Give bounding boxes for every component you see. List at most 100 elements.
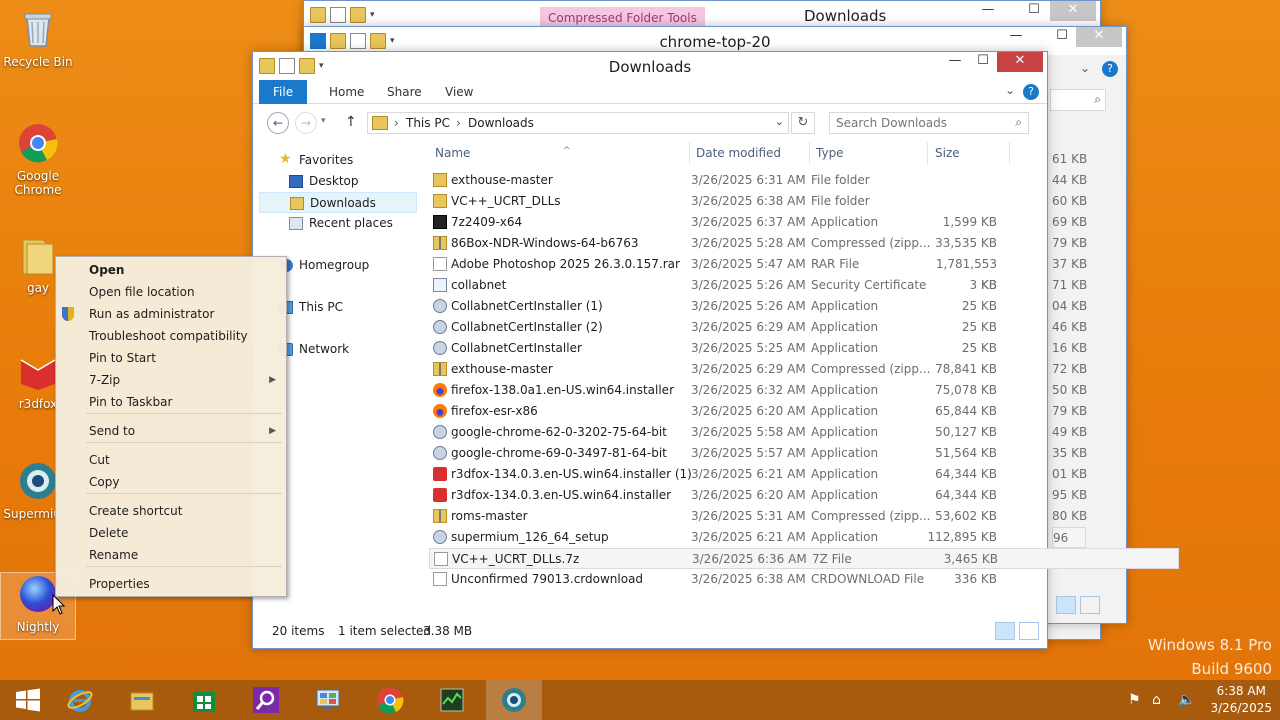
nav-item-desktop[interactable]: Desktop (259, 171, 417, 192)
file-row[interactable]: VC++_UCRT_DLLs 3/26/2025 6:38 AM File fold… (429, 191, 1179, 212)
breadcrumb-separator[interactable]: › (456, 116, 461, 130)
up-arrow-icon[interactable]: ↑ (345, 114, 357, 130)
file-row[interactable]: Adobe Photoshop 2025 26.3.0.157.rar 3/26/… (429, 254, 1179, 292)
menu-item-cut[interactable]: Cut (56, 449, 286, 471)
details-view-button[interactable] (1056, 596, 1077, 614)
search-box[interactable]: ⌕ (829, 112, 1029, 134)
menu-item-create-shortcut[interactable]: Create shortcut (56, 500, 286, 522)
file-row[interactable]: google-chrome-62-0-3202-75-64-bit 3/26/20… (429, 422, 1179, 443)
desktop-icon-recycle-bin[interactable]: Recycle Bin (0, 8, 76, 69)
tab-file[interactable]: File (259, 80, 308, 104)
column-divider[interactable] (1009, 142, 1010, 164)
menu-item-rename[interactable]: Rename (56, 544, 286, 566)
title-bar[interactable]: ▾ Downloads — ☐ ✕ (253, 52, 1047, 80)
file-row[interactable]: exthouse-master 3/26/2025 6:29 AM Compress… (429, 359, 1179, 380)
file-row[interactable]: CollabnetCertInstaller (2) 3/26/2025 6:29… (429, 317, 1179, 338)
column-header-type[interactable]: Type (816, 140, 916, 166)
network-status-icon[interactable]: ⌂ (1152, 680, 1161, 720)
back-button[interactable]: ← (267, 112, 289, 134)
maximize-button[interactable]: ☐ (1048, 27, 1076, 47)
menu-item-open-file-location[interactable]: Open file location (56, 281, 286, 303)
file-row[interactable]: firefox-esr-x86 3/26/2025 6:20 AM Applicat… (429, 401, 1179, 422)
expand-ribbon-chevron-icon[interactable]: ⌄ (1005, 83, 1015, 97)
file-row[interactable]: 86Box-NDR-Windows-64-b6763 3/26/2025 5:28… (429, 233, 1179, 254)
column-divider[interactable] (809, 142, 810, 164)
title-bar[interactable]: ▾ Compressed Folder Tools Downloads — ☐ … (304, 1, 1100, 29)
taskbar-file-explorer[interactable] (114, 680, 170, 720)
minimize-button[interactable]: — (1002, 27, 1030, 47)
nav-item-downloads[interactable]: Downloads (259, 192, 417, 213)
large-icons-view-button[interactable] (1080, 596, 1100, 614)
forward-button[interactable]: → (295, 112, 317, 134)
large-icons-view-button[interactable] (1019, 622, 1039, 640)
file-row[interactable]: exthouse-master 3/26/2025 6:31 AM File fol… (429, 170, 1179, 191)
minimize-button[interactable]: — (941, 52, 969, 72)
file-row[interactable]: r3dfox-134.0.3.en-US.win64.installer (1)… (429, 464, 1179, 485)
desktop-icon-google-chrome[interactable]: Google Chrome (0, 122, 76, 197)
menu-item-pin-to-taskbar[interactable]: Pin to Taskbar (56, 391, 286, 413)
minimize-button[interactable]: — (974, 1, 1002, 21)
column-header-name[interactable]: Name ^ (435, 140, 685, 166)
new-folder-icon[interactable] (350, 7, 366, 23)
explorer-window-downloads[interactable]: ▾ Downloads — ☐ ✕ File Home Share View ⌄… (252, 51, 1179, 649)
file-row[interactable]: CollabnetCertInstaller 3/26/2025 5:25 AM A… (429, 338, 1179, 359)
column-header-size[interactable]: Size (935, 140, 1005, 166)
close-button[interactable]: ✕ (1076, 27, 1122, 47)
taskbar-search-app[interactable] (238, 680, 294, 720)
menu-item-troubleshoot-compatibility[interactable]: Troubleshoot compatibility (56, 325, 286, 347)
column-divider[interactable] (927, 142, 928, 164)
help-icon[interactable]: ? (1023, 84, 1039, 100)
search-input[interactable] (830, 113, 1000, 133)
flag-notification-icon[interactable]: ⚑ (1128, 680, 1141, 720)
chevron-down-icon[interactable]: ⌄ (1080, 61, 1090, 75)
breadcrumb-downloads[interactable]: Downloads (468, 116, 534, 130)
file-row[interactable]: 7z2409-x64 3/26/2025 6:37 AM Application 1,… (429, 212, 1179, 233)
menu-item-delete[interactable]: Delete (56, 522, 286, 544)
file-row[interactable]: supermium_126_64_setup 3/26/2025 6:21 AM A… (429, 527, 1179, 548)
file-row[interactable]: roms-master 3/26/2025 5:31 AM Compressed (… (429, 506, 1179, 527)
menu-item-send-to[interactable]: Send to ▶ (56, 420, 286, 442)
taskbar-chrome[interactable] (362, 680, 418, 720)
menu-item-7-zip[interactable]: 7-Zip ▶ (56, 369, 286, 391)
chevron-down-icon[interactable]: ▾ (370, 7, 380, 23)
tab-share[interactable]: Share (373, 80, 436, 104)
nav-item-favorites[interactable]: ★ Favorites (259, 150, 417, 171)
details-view-button[interactable] (995, 622, 1015, 640)
file-row[interactable]: collabnet 3/26/2025 5:26 AM Security Certi… (429, 275, 1179, 296)
file-row[interactable]: VC++_UCRT_DLLs.7z 3/26/2025 6:36 AM 7Z Fil… (429, 548, 1179, 569)
file-row[interactable]: Unconfirmed 79013.crdownload 3/26/2025 6:… (429, 569, 1179, 590)
breadcrumb-separator[interactable]: › (394, 116, 399, 130)
file-row[interactable]: firefox-138.0a1.en-US.win64.installer 3/2… (429, 380, 1179, 401)
properties-icon[interactable] (330, 7, 346, 23)
refresh-button[interactable]: ↻ (791, 112, 815, 134)
file-row[interactable]: google-chrome-69-0-3497-81-64-bit 3/26/20… (429, 443, 1179, 464)
maximize-button[interactable]: ☐ (969, 52, 997, 72)
close-button[interactable]: ✕ (997, 52, 1043, 72)
menu-item-copy[interactable]: Copy (56, 471, 286, 493)
recent-locations-chevron-icon[interactable]: ▾ (321, 116, 326, 126)
system-clock[interactable]: 6:38 AM 3/26/2025 (1210, 683, 1272, 717)
menu-item-open[interactable]: Open (56, 259, 286, 281)
column-header-date-modified[interactable]: Date modified (696, 140, 806, 166)
menu-item-run-as-administrator[interactable]: Run as administrator (56, 303, 286, 325)
maximize-button[interactable]: ☐ (1020, 1, 1048, 21)
menu-item-properties[interactable]: Properties (56, 573, 286, 595)
file-row[interactable]: r3dfox-134.0.3.en-US.win64.installer 3/26… (429, 485, 1179, 506)
tab-view[interactable]: View (431, 80, 487, 104)
chevron-down-icon[interactable]: ⌄ (775, 115, 784, 128)
start-button[interactable] (0, 680, 56, 720)
nav-item-recent-places[interactable]: Recent places (259, 213, 417, 234)
column-divider[interactable] (689, 142, 690, 164)
taskbar-internet-explorer[interactable] (52, 680, 108, 720)
menu-item-pin-to-start[interactable]: Pin to Start (56, 347, 286, 369)
breadcrumb-this-pc[interactable]: This PC (406, 116, 450, 130)
taskbar-store[interactable] (176, 680, 232, 720)
help-icon[interactable]: ? (1102, 61, 1118, 77)
search-input[interactable]: ⌕ (1050, 89, 1106, 111)
address-bar[interactable]: › This PC › Downloads ⌄ (367, 112, 789, 134)
taskbar-task-manager[interactable] (424, 680, 480, 720)
taskbar-control-panel[interactable] (300, 680, 356, 720)
file-row[interactable]: CollabnetCertInstaller (1) 3/26/2025 5:26… (429, 296, 1179, 317)
tab-home[interactable]: Home (315, 80, 378, 104)
volume-icon[interactable]: 🔈 (1178, 680, 1195, 720)
